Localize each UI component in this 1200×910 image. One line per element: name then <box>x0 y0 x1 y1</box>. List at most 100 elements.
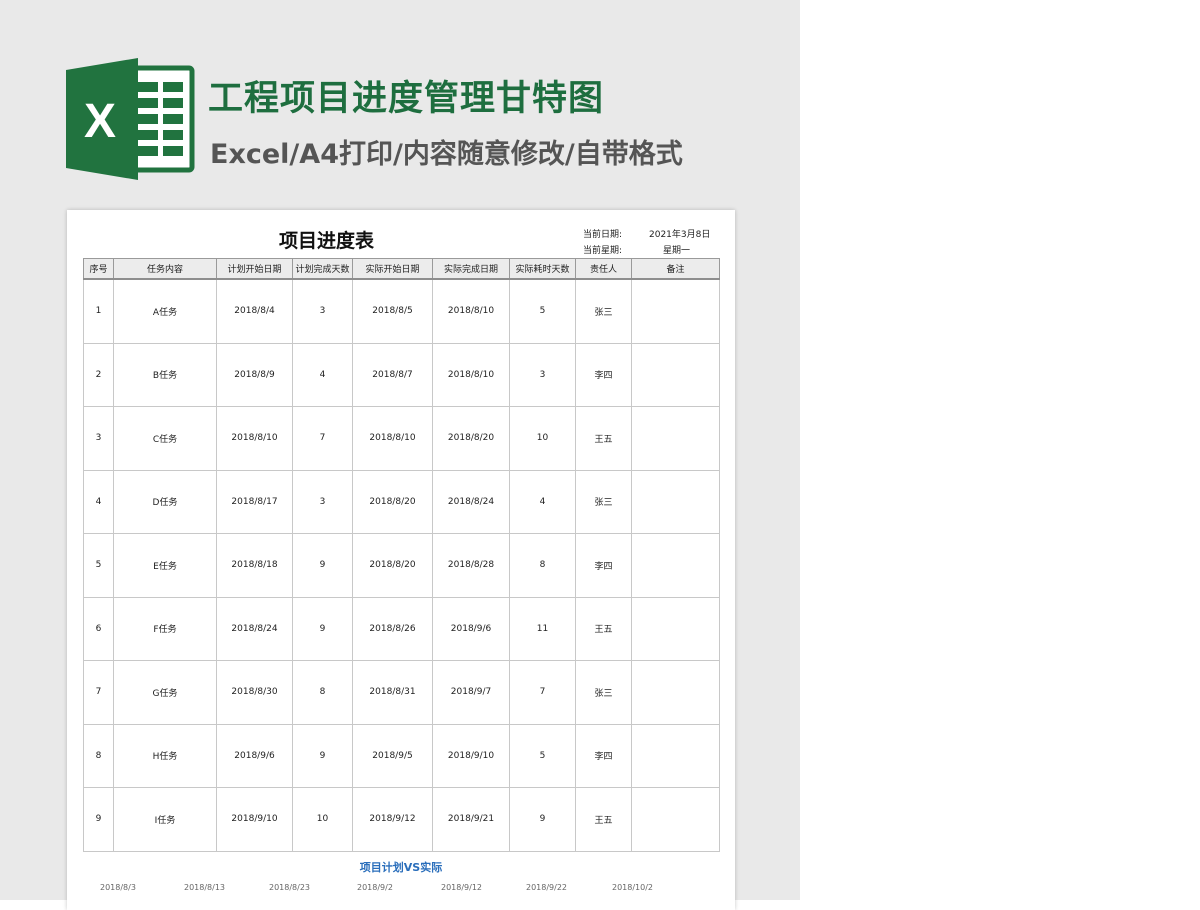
excel-logo-icon: X <box>66 58 195 180</box>
column-header-plan-start: 计划开始日期 <box>216 258 293 280</box>
cell-index[interactable]: 5 <box>83 533 114 598</box>
cell-index[interactable]: 6 <box>83 596 114 661</box>
cell-owner[interactable]: 王五 <box>575 596 632 661</box>
cell-actual-start[interactable]: 2018/8/20 <box>352 469 433 534</box>
cell-actual-start[interactable]: 2018/8/26 <box>352 596 433 661</box>
cell-plan-days[interactable]: 7 <box>292 406 353 471</box>
chart-axis-tick: 2018/9/2 <box>357 883 393 892</box>
cell-plan-days[interactable]: 4 <box>292 342 353 407</box>
cell-plan-days[interactable]: 3 <box>292 469 353 534</box>
cell-notes[interactable] <box>631 469 720 534</box>
cell-owner[interactable]: 张三 <box>575 660 632 725</box>
column-header-actual-end: 实际完成日期 <box>432 258 510 280</box>
cell-owner[interactable]: 王五 <box>575 406 632 471</box>
cell-notes[interactable] <box>631 533 720 598</box>
cell-actual-days[interactable]: 11 <box>509 596 576 661</box>
cell-index[interactable]: 2 <box>83 342 114 407</box>
table-row: 9 I任务 2018/9/10 10 2018/9/12 2018/9/21 9… <box>83 787 720 852</box>
cell-task[interactable]: C任务 <box>113 406 217 471</box>
chart-axis-tick: 2018/9/22 <box>526 883 568 892</box>
cell-plan-start[interactable]: 2018/8/17 <box>216 469 293 534</box>
cell-actual-days[interactable]: 5 <box>509 278 576 344</box>
cell-task[interactable]: E任务 <box>113 533 217 598</box>
cell-plan-days[interactable]: 9 <box>292 596 353 661</box>
cell-actual-end[interactable]: 2018/8/10 <box>432 278 510 344</box>
chart-axis-tick: 2018/8/13 <box>184 883 226 892</box>
cell-actual-end[interactable]: 2018/9/10 <box>432 723 510 788</box>
cell-actual-start[interactable]: 2018/9/5 <box>352 723 433 788</box>
cell-actual-days[interactable]: 9 <box>509 787 576 852</box>
cell-plan-start[interactable]: 2018/9/6 <box>216 723 293 788</box>
cell-index[interactable]: 3 <box>83 406 114 471</box>
cell-actual-end[interactable]: 2018/9/21 <box>432 787 510 852</box>
column-header-notes: 备注 <box>631 258 720 280</box>
chart-axis-tick: 2018/9/12 <box>441 883 483 892</box>
cell-actual-end[interactable]: 2018/9/7 <box>432 660 510 725</box>
column-header-plan-days: 计划完成天数 <box>292 258 353 280</box>
logo-letter: X <box>84 95 116 148</box>
cell-owner[interactable]: 李四 <box>575 342 632 407</box>
cell-notes[interactable] <box>631 787 720 852</box>
cell-plan-start[interactable]: 2018/8/18 <box>216 533 293 598</box>
cell-actual-start[interactable]: 2018/9/12 <box>352 787 433 852</box>
cell-actual-days[interactable]: 5 <box>509 723 576 788</box>
cell-owner[interactable]: 王五 <box>575 787 632 852</box>
cell-index[interactable]: 8 <box>83 723 114 788</box>
column-header-task: 任务内容 <box>113 258 217 280</box>
cell-owner[interactable]: 张三 <box>575 469 632 534</box>
cell-notes[interactable] <box>631 342 720 407</box>
cell-actual-end[interactable]: 2018/8/24 <box>432 469 510 534</box>
cell-task[interactable]: A任务 <box>113 278 217 344</box>
table-row: 5 E任务 2018/8/18 9 2018/8/20 2018/8/28 8 … <box>83 533 720 598</box>
cell-index[interactable]: 4 <box>83 469 114 534</box>
cell-actual-days[interactable]: 4 <box>509 469 576 534</box>
cell-task[interactable]: B任务 <box>113 342 217 407</box>
preview-panel: X 工程项目进度管理甘特图 Excel/A4打印/内容随意修改/自带格式 项目进… <box>0 0 800 910</box>
cell-actual-days[interactable]: 7 <box>509 660 576 725</box>
current-date-label: 当前日期: <box>583 230 623 240</box>
cell-plan-days[interactable]: 3 <box>292 278 353 344</box>
cell-task[interactable]: H任务 <box>113 723 217 788</box>
cell-plan-days[interactable]: 9 <box>292 723 353 788</box>
cell-actual-start[interactable]: 2018/8/31 <box>352 660 433 725</box>
cell-task[interactable]: G任务 <box>113 660 217 725</box>
cell-owner[interactable]: 张三 <box>575 278 632 344</box>
cell-index[interactable]: 1 <box>83 278 114 344</box>
cell-owner[interactable]: 李四 <box>575 723 632 788</box>
cell-actual-start[interactable]: 2018/8/10 <box>352 406 433 471</box>
cell-owner[interactable]: 李四 <box>575 533 632 598</box>
column-header-index: 序号 <box>83 258 114 280</box>
cell-plan-start[interactable]: 2018/9/10 <box>216 787 293 852</box>
cell-task[interactable]: I任务 <box>113 787 217 852</box>
cell-task[interactable]: D任务 <box>113 469 217 534</box>
cell-plan-start[interactable]: 2018/8/24 <box>216 596 293 661</box>
cell-index[interactable]: 9 <box>83 787 114 852</box>
cell-plan-start[interactable]: 2018/8/10 <box>216 406 293 471</box>
cell-plan-days[interactable]: 10 <box>292 787 353 852</box>
cell-notes[interactable] <box>631 278 720 344</box>
cell-plan-start[interactable]: 2018/8/30 <box>216 660 293 725</box>
cell-actual-end[interactable]: 2018/8/10 <box>432 342 510 407</box>
cell-actual-start[interactable]: 2018/8/5 <box>352 278 433 344</box>
cell-notes[interactable] <box>631 723 720 788</box>
cell-task[interactable]: F任务 <box>113 596 217 661</box>
cell-actual-days[interactable]: 3 <box>509 342 576 407</box>
cell-actual-days[interactable]: 8 <box>509 533 576 598</box>
banner-title: 工程项目进度管理甘特图 <box>208 79 605 119</box>
cell-actual-end[interactable]: 2018/9/6 <box>432 596 510 661</box>
cell-plan-start[interactable]: 2018/8/9 <box>216 342 293 407</box>
cell-plan-days[interactable]: 9 <box>292 533 353 598</box>
cell-actual-end[interactable]: 2018/8/20 <box>432 406 510 471</box>
current-weekday-value: 星期一 <box>663 246 691 256</box>
cell-actual-start[interactable]: 2018/8/20 <box>352 533 433 598</box>
cell-actual-start[interactable]: 2018/8/7 <box>352 342 433 407</box>
cell-notes[interactable] <box>631 660 720 725</box>
cell-index[interactable]: 7 <box>83 660 114 725</box>
cell-notes[interactable] <box>631 406 720 471</box>
cell-plan-start[interactable]: 2018/8/4 <box>216 278 293 344</box>
cell-actual-end[interactable]: 2018/8/28 <box>432 533 510 598</box>
cell-plan-days[interactable]: 8 <box>292 660 353 725</box>
cell-actual-days[interactable]: 10 <box>509 406 576 471</box>
cell-notes[interactable] <box>631 596 720 661</box>
column-header-actual-days: 实际耗时天数 <box>509 258 576 280</box>
